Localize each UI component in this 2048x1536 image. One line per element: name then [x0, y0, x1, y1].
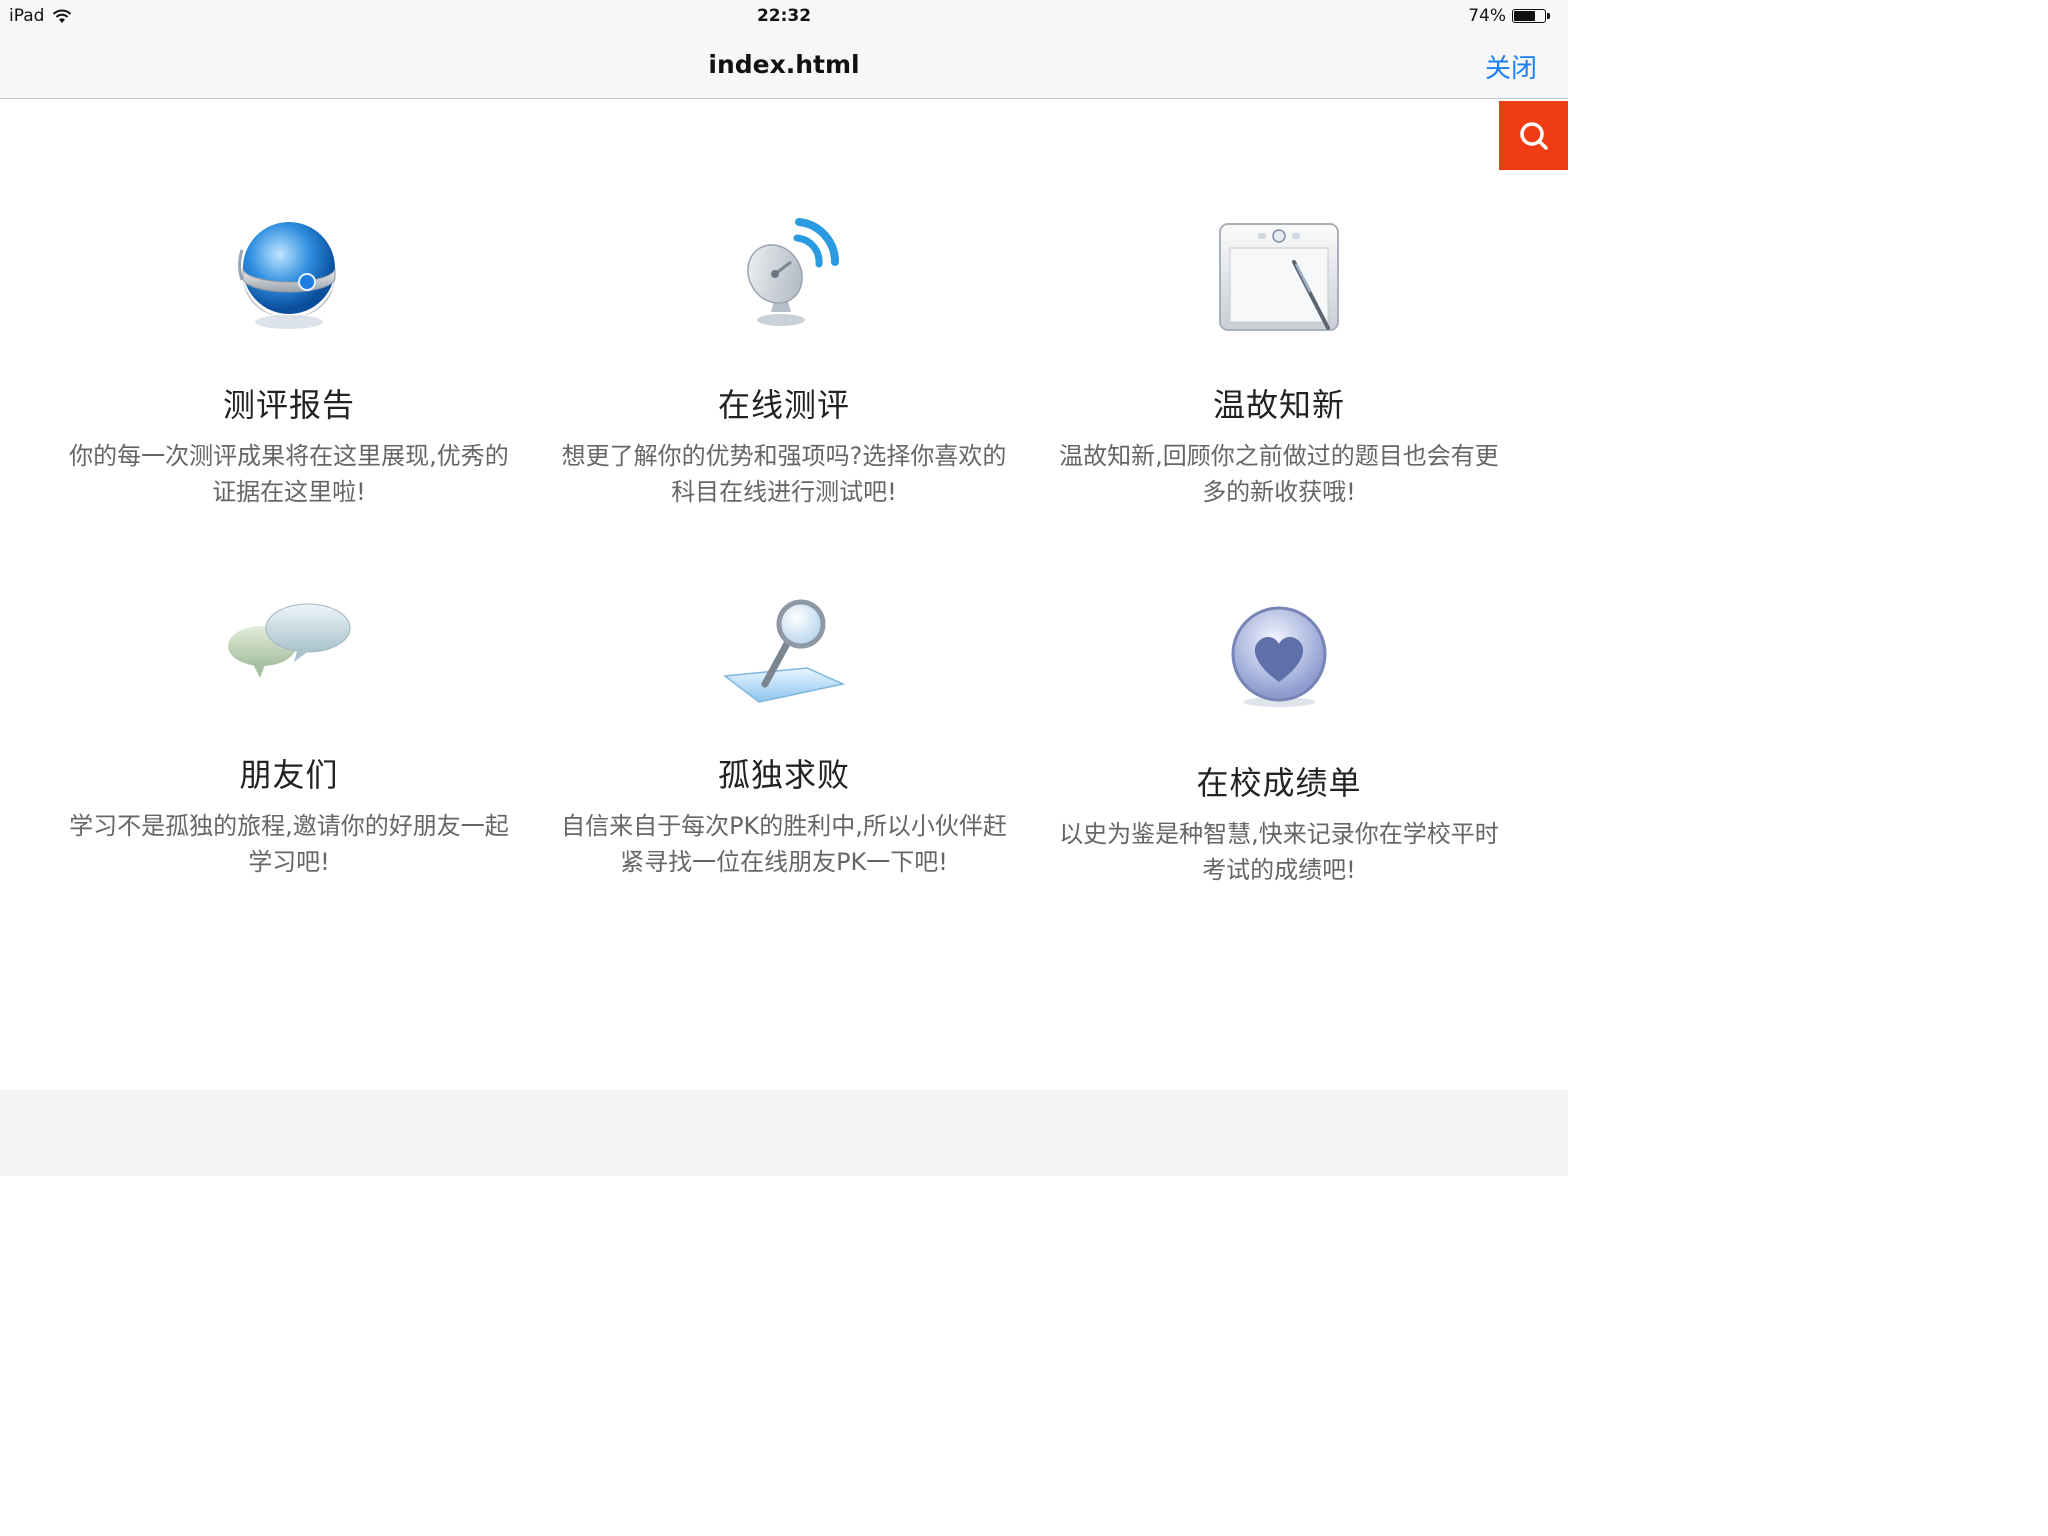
card-description: 温故知新,回顾你之前做过的题目也会有更多的新收获哦! — [1059, 442, 1499, 506]
drawing-tablet-icon — [1219, 223, 1339, 331]
navigation-bar: index.html 关闭 — [0, 34, 1568, 99]
close-button[interactable]: 关闭 — [1485, 48, 1537, 85]
globe-icon — [238, 222, 336, 329]
card-description: 想更了解你的优势和强项吗?选择你喜欢的科目在线进行测试吧! — [561, 442, 1007, 506]
magnifier-icon — [723, 599, 846, 703]
satellite-dish-icon — [747, 218, 840, 326]
card-description: 学习不是孤独的旅程,邀请你的好朋友一起学习吧! — [69, 812, 509, 876]
card-title: 朋友们 — [239, 756, 339, 794]
card-title: 温故知新 — [1212, 386, 1345, 424]
page-title: index.html — [708, 50, 860, 79]
card-title: 测评报告 — [222, 386, 355, 424]
status-bar: iPad 22:32 74% — [0, 0, 1568, 34]
card-online-test[interactable]: 在线测评 想更了解你的优势和强项吗?选择你喜欢的科目在线进行测试吧! — [549, 200, 1019, 530]
chat-bubbles-icon — [228, 603, 351, 678]
card-title: 在校成绩单 — [1196, 764, 1362, 802]
battery-icon — [1512, 9, 1546, 23]
card-description: 你的每一次测评成果将在这里展现,优秀的证据在这里啦! — [69, 442, 509, 506]
clock: 22:32 — [756, 6, 812, 26]
card-friends[interactable]: 朋友们 学习不是孤独的旅程,邀请你的好朋友一起学习吧! — [54, 590, 524, 900]
page-footer — [0, 1090, 1568, 1176]
card-pk-challenge[interactable]: 孤独求败 自信来自于每次PK的胜利中,所以小伙伴赶紧寻找一位在线朋友PK一下吧! — [549, 590, 1019, 900]
card-review[interactable]: 温故知新 温故知新,回顾你之前做过的题目也会有更多的新收获哦! — [1044, 200, 1514, 530]
card-test-report[interactable]: 测评报告 你的每一次测评成果将在这里展现,优秀的证据在这里啦! — [54, 200, 524, 530]
battery-fill — [1514, 11, 1535, 21]
card-description: 以史为鉴是种智慧,快来记录你在学校平时考试的成绩吧! — [1059, 820, 1499, 884]
card-school-report[interactable]: 在校成绩单 以史为鉴是种智慧,快来记录你在学校平时考试的成绩吧! — [1044, 590, 1514, 900]
status-right: 74% — [1468, 6, 1550, 26]
card-description: 自信来自于每次PK的胜利中,所以小伙伴赶紧寻找一位在线朋友PK一下吧! — [561, 812, 1007, 876]
card-title: 在线测评 — [717, 386, 850, 424]
heart-badge-icon — [1231, 606, 1327, 707]
card-title: 孤独求败 — [717, 756, 850, 794]
battery-tip — [1547, 13, 1550, 19]
search-button[interactable] — [1499, 101, 1568, 170]
search-icon — [1519, 121, 1548, 150]
battery-percent: 74% — [1468, 6, 1506, 26]
